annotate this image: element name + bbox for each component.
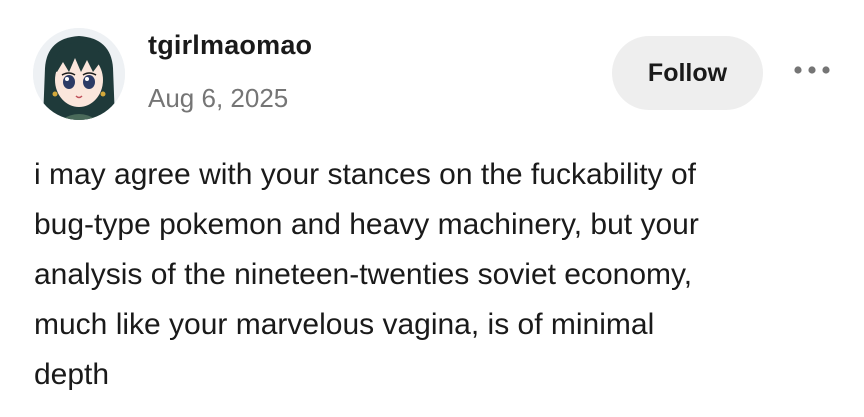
post-body-line: much like your marvelous vagina, is of m…: [34, 308, 655, 341]
more-options-button[interactable]: [790, 58, 834, 82]
more-dots-icon: [794, 66, 830, 74]
post-date: Aug 6, 2025: [148, 83, 289, 113]
author-avatar[interactable]: [33, 28, 125, 120]
anime-avatar-icon: [33, 28, 125, 120]
follow-button[interactable]: Follow: [612, 36, 763, 110]
post-body-line: depth: [34, 358, 110, 391]
post-body-line: i may agree with your stances on the fuc…: [34, 158, 696, 191]
post-body: i may agree with your stances on the fuc…: [34, 150, 834, 400]
author-username[interactable]: tgirlmaomao: [148, 30, 312, 61]
post-body-line: analysis of the nineteen-twenties soviet…: [34, 258, 693, 291]
post-body-line: bug-type pokemon and heavy machinery, bu…: [34, 208, 699, 241]
